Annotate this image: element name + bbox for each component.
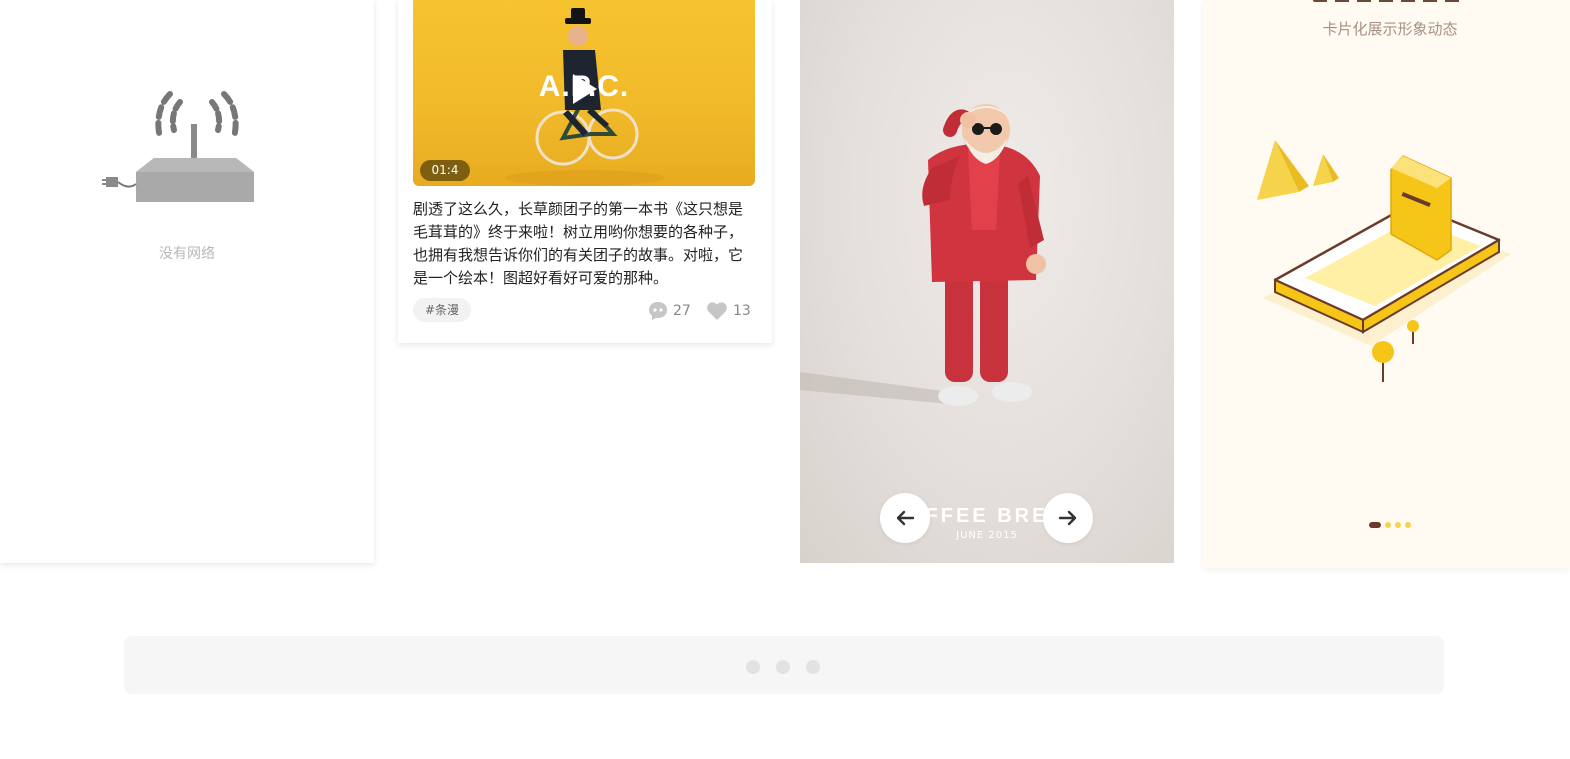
- pager-dot[interactable]: [1405, 522, 1411, 528]
- bottom-page-dot[interactable]: [806, 660, 820, 674]
- pager-dot[interactable]: [1385, 522, 1391, 528]
- screen: 没有网络 A.P.C.: [0, 0, 1570, 759]
- no-network-message: 没有网络: [159, 246, 215, 262]
- bottom-pagination-dots[interactable]: [746, 660, 820, 674]
- arrow-right-icon: [1058, 510, 1077, 526]
- onboarding-title-cropped: [1313, 0, 1463, 2]
- phone-card-illustration: [1257, 140, 1511, 382]
- onboarding-subtitle: 卡片化展示形象动态: [1322, 20, 1458, 38]
- video-duration: 01:4: [420, 160, 470, 181]
- feed-card[interactable]: A.P.C. 01:4 剧透了这么久，长草颜团子的第一本书《这只想是毛茸茸的》终…: [398, 0, 772, 343]
- carousel-prev-button[interactable]: [880, 493, 930, 543]
- comment-button[interactable]: 27: [648, 300, 691, 322]
- feed-text: 剧透了这么久，长草颜团子的第一本书《这只想是毛茸茸的》终于来啦！树立用哟你想要的…: [413, 200, 744, 287]
- bottom-page-dot[interactable]: [776, 660, 790, 674]
- router-no-signal-icon: [102, 91, 254, 202]
- topic-tag[interactable]: #条漫: [413, 298, 472, 322]
- banner-title: FFEE BRE: [925, 505, 1049, 527]
- comment-count: 27: [673, 303, 691, 319]
- like-button[interactable]: 13: [706, 300, 751, 322]
- onboarding-pager[interactable]: [1369, 522, 1411, 528]
- banner-date: JUNE 2015: [956, 530, 1018, 541]
- onboarding-card: 卡片化展示形象动态: [1203, 0, 1570, 568]
- character-carousel-card[interactable]: FFEE BRE JUNE 2015: [800, 0, 1174, 563]
- bottom-page-dot[interactable]: [746, 660, 760, 674]
- pager-dot-active[interactable]: [1369, 522, 1381, 528]
- no-network-card: 没有网络: [0, 0, 374, 563]
- video-thumbnail[interactable]: A.P.C. 01:4: [413, 0, 755, 186]
- carousel-next-button[interactable]: [1043, 493, 1093, 543]
- pager-dot[interactable]: [1395, 522, 1401, 528]
- bottom-pagination-bar: [124, 636, 1444, 694]
- like-count: 13: [733, 303, 751, 319]
- character-illustration: [800, 104, 1046, 406]
- arrow-left-icon: [896, 510, 915, 526]
- comment-icon: [649, 302, 667, 320]
- play-icon[interactable]: [569, 72, 599, 106]
- heart-icon: [707, 302, 727, 320]
